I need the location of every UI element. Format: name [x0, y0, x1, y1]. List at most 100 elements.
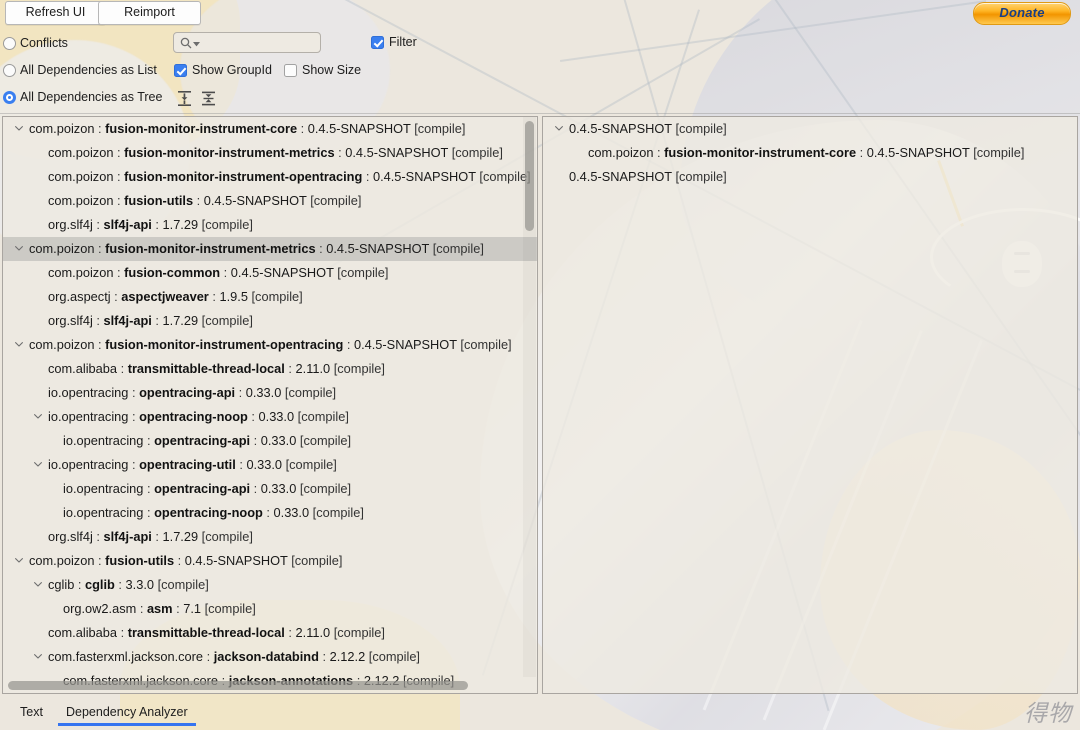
- chevron-down-icon[interactable]: [15, 342, 23, 347]
- tree-row-label: io.opentracing : opentracing-api : 0.33.…: [48, 385, 337, 400]
- chevron-down-icon[interactable]: [34, 414, 42, 419]
- chevron-down-icon[interactable]: [15, 126, 23, 131]
- radio-conflicts[interactable]: [3, 37, 16, 50]
- tree-expand-toggle[interactable]: [12, 117, 26, 141]
- radio-all-dependencies-as-list-label: All Dependencies as List: [20, 63, 157, 77]
- image-watermark-text: 得物: [1024, 701, 1072, 727]
- tree-expand-toggle[interactable]: [31, 645, 45, 669]
- tree-row[interactable]: io.opentracing : opentracing-noop : 0.33…: [3, 405, 537, 429]
- checkbox-show-groupid-label: Show GroupId: [192, 63, 272, 77]
- tree-row-label: com.poizon : fusion-monitor-instrument-m…: [48, 145, 503, 160]
- tree-expand-toggle[interactable]: [31, 573, 45, 597]
- tree-row-label: io.opentracing : opentracing-noop : 0.33…: [48, 409, 349, 424]
- tree-row[interactable]: io.opentracing : opentracing-api : 0.33.…: [3, 381, 537, 405]
- chevron-down-icon[interactable]: [555, 126, 563, 131]
- chevron-down-icon[interactable]: [34, 582, 42, 587]
- tree-row-label: org.aspectj : aspectjweaver : 1.9.5 [com…: [48, 289, 303, 304]
- tree-row-label: com.poizon : fusion-common : 0.4.5-SNAPS…: [48, 265, 389, 280]
- tree-row-label: io.opentracing : opentracing-util : 0.33…: [48, 457, 337, 472]
- chevron-down-icon[interactable]: [193, 42, 200, 47]
- tree-row-label: com.poizon : fusion-utils : 0.4.5-SNAPSH…: [29, 553, 343, 568]
- tree-row[interactable]: io.opentracing : opentracing-noop : 0.33…: [3, 501, 537, 525]
- tree-row[interactable]: io.opentracing : opentracing-util : 0.33…: [3, 453, 537, 477]
- tree-row[interactable]: 0.4.5-SNAPSHOT [compile]: [543, 117, 1077, 141]
- checkbox-filter-label: Filter: [389, 35, 417, 49]
- checkbox-filter[interactable]: [371, 36, 384, 49]
- tree-expand-toggle[interactable]: [31, 405, 45, 429]
- checkbox-show-groupid[interactable]: [174, 64, 187, 77]
- tree-row-label: io.opentracing : opentracing-api : 0.33.…: [63, 433, 352, 448]
- left-vertical-scrollbar[interactable]: [525, 121, 534, 231]
- tree-row-label: org.slf4j : slf4j-api : 1.7.29 [compile]: [48, 313, 253, 328]
- search-input[interactable]: [173, 32, 321, 53]
- radio-conflicts-label: Conflicts: [20, 36, 68, 50]
- tree-row-label: 0.4.5-SNAPSHOT [compile]: [569, 121, 727, 136]
- editor-tab-bar: Text Dependency Analyzer: [0, 698, 1080, 730]
- tree-row-label: io.opentracing : opentracing-api : 0.33.…: [63, 481, 352, 496]
- chevron-down-icon[interactable]: [15, 558, 23, 563]
- tree-expand-toggle[interactable]: [552, 117, 566, 141]
- tab-dependency-analyzer[interactable]: Dependency Analyzer: [58, 705, 196, 726]
- tree-row[interactable]: com.poizon : fusion-utils : 0.4.5-SNAPSH…: [3, 549, 537, 573]
- tree-expand-toggle[interactable]: [12, 549, 26, 573]
- tree-row[interactable]: com.poizon : fusion-monitor-instrument-m…: [3, 141, 537, 165]
- dependency-tree-panel[interactable]: com.poizon : fusion-monitor-instrument-c…: [2, 116, 538, 694]
- tree-row-label: cglib : cglib : 3.3.0 [compile]: [48, 577, 209, 592]
- tree-row-label: org.slf4j : slf4j-api : 1.7.29 [compile]: [48, 217, 253, 232]
- refresh-ui-button[interactable]: Refresh UI: [5, 1, 106, 25]
- tree-row-label: com.alibaba : transmittable-thread-local…: [48, 625, 385, 640]
- tab-text[interactable]: Text: [20, 705, 43, 725]
- tree-row-label: com.poizon : fusion-monitor-instrument-o…: [29, 337, 512, 352]
- tree-row-label: com.poizon : fusion-utils : 0.4.5-SNAPSH…: [48, 193, 362, 208]
- radio-all-dependencies-as-tree[interactable]: [3, 91, 16, 104]
- chevron-down-icon[interactable]: [34, 654, 42, 659]
- checkbox-show-size[interactable]: [284, 64, 297, 77]
- tree-row[interactable]: com.poizon : fusion-monitor-instrument-o…: [3, 333, 537, 357]
- chevron-down-icon[interactable]: [15, 246, 23, 251]
- tree-row-label: com.alibaba : transmittable-thread-local…: [48, 361, 385, 376]
- maven-dependency-analyzer-window: Refresh UI Reimport Donate Conflicts All…: [0, 0, 1080, 730]
- tree-row[interactable]: com.poizon : fusion-monitor-instrument-c…: [543, 141, 1077, 165]
- dependency-usages-panel[interactable]: 0.4.5-SNAPSHOT [compile] com.poizon : fus…: [542, 116, 1078, 694]
- dependency-tree[interactable]: com.poizon : fusion-monitor-instrument-c…: [3, 117, 537, 694]
- tree-row[interactable]: org.ow2.asm : asm : 7.1 [compile]: [3, 597, 537, 621]
- tree-row[interactable]: com.poizon : fusion-utils : 0.4.5-SNAPSH…: [3, 189, 537, 213]
- tree-row[interactable]: io.opentracing : opentracing-api : 0.33.…: [3, 477, 537, 501]
- tree-row[interactable]: 0.4.5-SNAPSHOT [compile]: [543, 165, 1077, 189]
- chevron-down-icon[interactable]: [34, 462, 42, 467]
- tree-row[interactable]: org.slf4j : slf4j-api : 1.7.29 [compile]: [3, 525, 537, 549]
- tree-row-label: io.opentracing : opentracing-noop : 0.33…: [63, 505, 364, 520]
- tree-row-label: com.poizon : fusion-monitor-instrument-c…: [588, 145, 1025, 160]
- tree-row-label: com.fasterxml.jackson.core : jackson-cor…: [63, 693, 409, 694]
- tree-row[interactable]: com.fasterxml.jackson.core : jackson-cor…: [3, 693, 537, 694]
- tree-row[interactable]: com.alibaba : transmittable-thread-local…: [3, 357, 537, 381]
- search-icon: [180, 37, 192, 49]
- tree-expand-toggle[interactable]: [12, 333, 26, 357]
- radio-all-dependencies-as-tree-label: All Dependencies as Tree: [20, 90, 163, 104]
- tree-row-label: com.fasterxml.jackson.core : jackson-dat…: [48, 649, 420, 664]
- toolbar-divider: [0, 113, 1080, 114]
- tree-expand-toggle[interactable]: [31, 453, 45, 477]
- collapse-all-icon[interactable]: [200, 90, 217, 107]
- tree-row-label: com.poizon : fusion-monitor-instrument-c…: [29, 121, 466, 136]
- tree-row[interactable]: org.slf4j : slf4j-api : 1.7.29 [compile]: [3, 213, 537, 237]
- tree-row[interactable]: cglib : cglib : 3.3.0 [compile]: [3, 573, 537, 597]
- tree-expand-toggle[interactable]: [12, 237, 26, 261]
- tree-row[interactable]: io.opentracing : opentracing-api : 0.33.…: [3, 429, 537, 453]
- expand-all-icon[interactable]: [176, 90, 193, 107]
- tree-row[interactable]: com.poizon : fusion-monitor-instrument-m…: [3, 237, 537, 261]
- radio-all-dependencies-as-list[interactable]: [3, 64, 16, 77]
- tree-row[interactable]: org.aspectj : aspectjweaver : 1.9.5 [com…: [3, 285, 537, 309]
- tree-row[interactable]: com.fasterxml.jackson.core : jackson-dat…: [3, 645, 537, 669]
- left-horizontal-scrollbar[interactable]: [8, 681, 468, 690]
- tree-row-label: org.ow2.asm : asm : 7.1 [compile]: [63, 601, 256, 616]
- tree-row-label: org.slf4j : slf4j-api : 1.7.29 [compile]: [48, 529, 253, 544]
- tree-row[interactable]: com.poizon : fusion-monitor-instrument-o…: [3, 165, 537, 189]
- tree-row[interactable]: org.slf4j : slf4j-api : 1.7.29 [compile]: [3, 309, 537, 333]
- dependency-usages-tree[interactable]: 0.4.5-SNAPSHOT [compile] com.poizon : fus…: [543, 117, 1077, 189]
- tree-row[interactable]: com.poizon : fusion-monitor-instrument-c…: [3, 117, 537, 141]
- donate-button[interactable]: Donate: [973, 2, 1071, 25]
- tree-row[interactable]: com.alibaba : transmittable-thread-local…: [3, 621, 537, 645]
- tree-row[interactable]: com.poizon : fusion-common : 0.4.5-SNAPS…: [3, 261, 537, 285]
- reimport-button[interactable]: Reimport: [98, 1, 201, 25]
